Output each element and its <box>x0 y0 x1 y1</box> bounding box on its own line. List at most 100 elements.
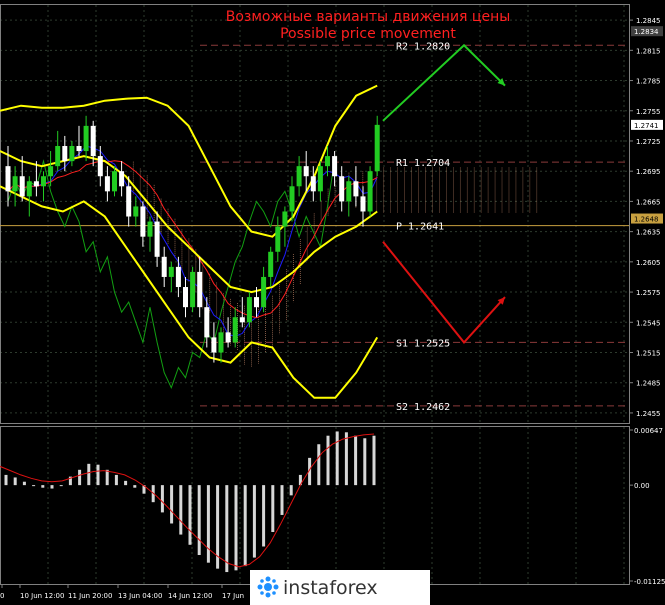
candle-bull <box>346 181 352 202</box>
candle-bull <box>133 206 139 217</box>
candle-bear <box>104 176 110 192</box>
time-tick-label: 10 Jun 12:00 <box>20 592 64 600</box>
macd-bar <box>363 438 367 486</box>
time-tick-label: 14 Jun 12:00 <box>168 592 212 600</box>
candle-bull <box>289 186 295 212</box>
candle-bear <box>339 176 345 202</box>
candle-bull <box>147 221 153 237</box>
chart-background <box>0 0 665 605</box>
candle-bear <box>126 186 132 217</box>
macd-bar <box>335 431 339 486</box>
price-tick-label: 1.2665 <box>636 198 661 206</box>
candle-bull <box>168 266 174 277</box>
candle-bear <box>225 332 231 343</box>
candle-bear <box>161 256 167 277</box>
price-chart: R2 1.2820 R1 1.2704 P 1.2641 S1 1.2525 S2 1.… <box>0 0 665 605</box>
pivot-label-r1: R1 1.2704 <box>396 158 450 169</box>
macd-bar <box>179 485 183 535</box>
pivot-label-s1: S1 1.2525 <box>396 338 450 349</box>
candle-bear <box>353 181 359 197</box>
candle-bull <box>83 125 89 152</box>
macd-bar <box>170 485 174 524</box>
candle-bull <box>246 297 252 323</box>
macd-bar <box>105 469 109 486</box>
macd-bar <box>22 481 26 486</box>
price-tick-label: 1.2455 <box>636 410 661 418</box>
candle-bear <box>310 176 316 192</box>
candle-bear <box>303 166 309 177</box>
price-tick-label: 1.2755 <box>636 108 661 116</box>
macd-bar <box>252 485 256 558</box>
candle-bear <box>204 307 210 338</box>
macd-bar <box>372 435 376 486</box>
candle-bull <box>48 166 54 177</box>
price-tick-label: 1.2845 <box>636 17 661 25</box>
time-tick-label: 17 Jun <box>222 592 244 600</box>
macd-bar <box>280 485 284 515</box>
macd-tick-label: 0.00647 <box>634 427 663 435</box>
candle-bear <box>183 287 188 308</box>
macd-bar <box>13 477 17 486</box>
candle-bull <box>268 251 274 277</box>
candle-bull <box>374 124 380 172</box>
macd-bar <box>317 444 321 486</box>
macd-bar <box>344 432 348 486</box>
candle-bear <box>140 206 146 237</box>
candle-bull <box>69 146 75 162</box>
logo-text: instaforex <box>283 577 378 599</box>
candle-bear <box>239 317 245 323</box>
macd-bar <box>271 485 275 533</box>
candle-bull <box>190 271 196 308</box>
time-tick-label: 0 <box>0 592 4 600</box>
candle-bear <box>154 221 160 257</box>
macd-bar <box>4 474 8 486</box>
price-tag-label: 1.2648 <box>634 216 659 224</box>
candle-bull <box>282 211 288 227</box>
candle-bear <box>211 337 217 353</box>
candle-bear <box>19 176 25 197</box>
price-tick-label: 1.2515 <box>636 349 661 357</box>
price-tick-label: 1.2785 <box>636 78 661 86</box>
candle-bull <box>218 332 224 353</box>
candle-bear <box>175 266 181 288</box>
candle-bear <box>97 156 103 177</box>
time-tick-label: 11 Jun 20:00 <box>68 592 112 600</box>
pivot-label-r2: R2 1.2820 <box>396 41 450 52</box>
candle-bull <box>112 171 117 192</box>
candle-bear <box>76 146 82 152</box>
macd-bar <box>114 474 118 486</box>
candle-bull <box>325 156 330 167</box>
macd-bar <box>234 485 238 571</box>
macd-bar <box>225 485 229 573</box>
macd-bar <box>124 480 128 486</box>
macd-bar <box>59 485 63 487</box>
macd-bar <box>50 485 54 489</box>
candle-bull <box>317 166 323 192</box>
candle-bear <box>90 125 96 157</box>
candle-bear <box>62 146 68 162</box>
chart-title-en: Possible price movement <box>280 26 456 42</box>
price-tick-label: 1.2725 <box>636 138 661 146</box>
instaforex-logo: instaforex <box>250 570 430 605</box>
price-tick-label: 1.2575 <box>636 289 661 297</box>
macd-bar <box>188 485 192 545</box>
macd-bar <box>78 469 82 486</box>
candle-bull <box>41 176 46 187</box>
candle-bull <box>55 146 61 167</box>
macd-bar <box>41 485 45 488</box>
macd-bar <box>32 485 36 487</box>
macd-tick-label: -0.01125 <box>634 578 665 586</box>
price-tick-label: 1.2605 <box>636 259 661 267</box>
candle-bear <box>5 166 11 192</box>
price-tick-label: 1.2485 <box>636 380 661 388</box>
candle-bull <box>232 317 238 343</box>
candle-bear <box>360 196 366 212</box>
macd-bar <box>326 435 330 486</box>
time-tick-label: 13 Jun 04:00 <box>118 592 162 600</box>
candle-bear <box>254 297 259 308</box>
macd-bar <box>197 485 201 556</box>
pivot-label-p: P 1.2641 <box>396 222 444 233</box>
price-tick-label: 1.2635 <box>636 229 661 237</box>
macd-bar <box>206 485 210 563</box>
candle-bull <box>275 226 281 252</box>
